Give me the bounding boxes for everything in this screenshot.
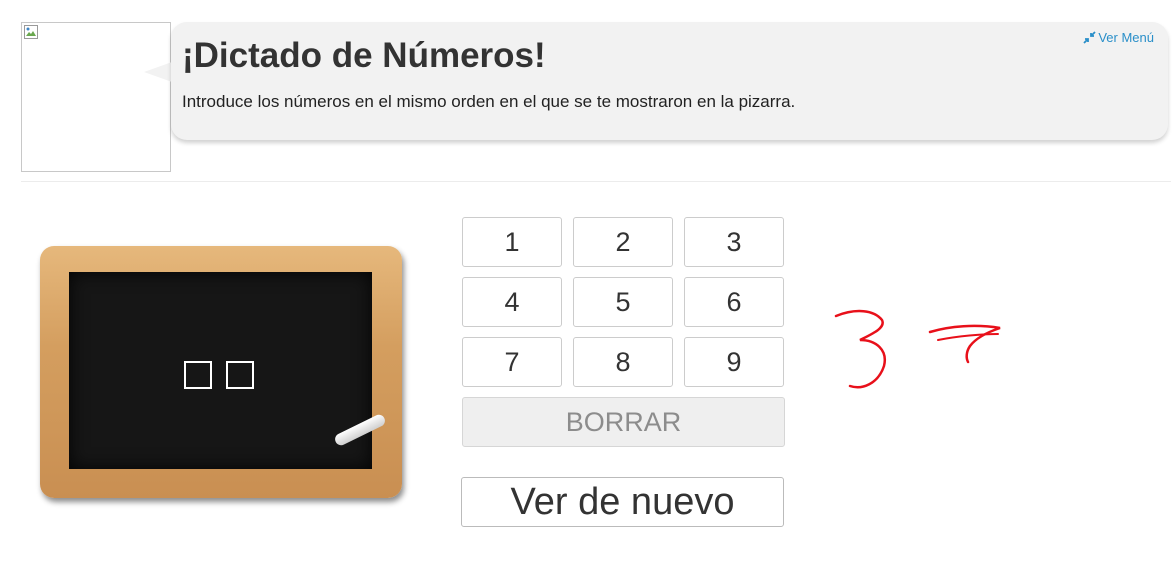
avatar-image bbox=[21, 22, 171, 172]
page-title: ¡Dictado de Números! bbox=[182, 36, 546, 75]
ver-menu-label: Ver Menú bbox=[1098, 30, 1154, 45]
key-9-button[interactable]: 9 bbox=[684, 337, 784, 387]
key-5-button[interactable]: 5 bbox=[573, 277, 673, 327]
chalkboard bbox=[40, 246, 402, 498]
key-8-button[interactable]: 8 bbox=[573, 337, 673, 387]
header-speech-bubble: ¡Dictado de Números! Introduce los númer… bbox=[171, 22, 1168, 140]
key-4-button[interactable]: 4 bbox=[462, 277, 562, 327]
key-6-button[interactable]: 6 bbox=[684, 277, 784, 327]
answer-slot-1 bbox=[184, 361, 212, 389]
chalk-piece bbox=[333, 412, 387, 448]
instructions-text: Introduce los números en el mismo orden … bbox=[182, 92, 796, 111]
chalkboard-surface bbox=[69, 272, 387, 469]
broken-image-icon bbox=[24, 25, 38, 39]
key-7-button[interactable]: 7 bbox=[462, 337, 562, 387]
header-divider bbox=[21, 181, 1171, 182]
borrar-button[interactable]: BORRAR bbox=[462, 397, 785, 447]
ver-de-nuevo-button[interactable]: Ver de nuevo bbox=[461, 477, 784, 527]
handwritten-number-37 bbox=[834, 309, 1001, 389]
key-2-button[interactable]: 2 bbox=[573, 217, 673, 267]
key-3-button[interactable]: 3 bbox=[684, 217, 784, 267]
speech-bubble-tail bbox=[144, 62, 172, 82]
ver-menu-link[interactable]: Ver Menú bbox=[1083, 30, 1154, 45]
compress-arrows-icon bbox=[1083, 31, 1096, 44]
answer-slot-2 bbox=[226, 361, 254, 389]
key-1-button[interactable]: 1 bbox=[462, 217, 562, 267]
